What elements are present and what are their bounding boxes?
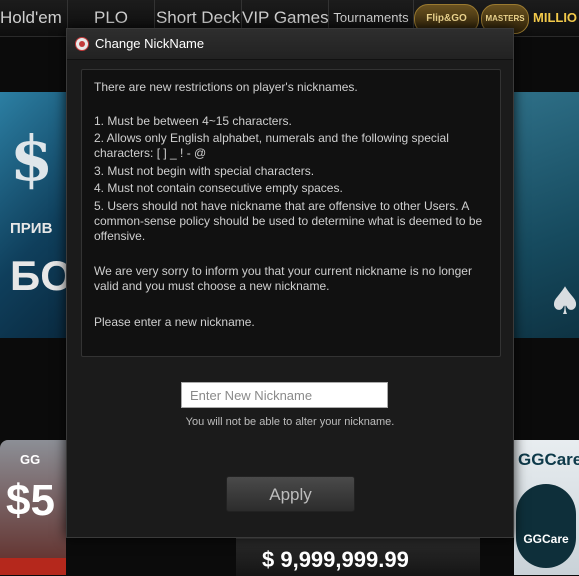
spade-card-icon: ♠ xyxy=(548,279,579,323)
nickname-input[interactable] xyxy=(181,382,388,408)
prompt-text: Please enter a new nickname. xyxy=(94,315,255,329)
dialog-titlebar[interactable]: Change NickName xyxy=(67,29,513,60)
apology-text: We are very sorry to inform you that you… xyxy=(94,264,472,293)
tab-holdem[interactable]: Hold'em xyxy=(0,0,68,36)
nickname-warning: You will not be able to alter your nickn… xyxy=(185,416,395,428)
jackpot-tile: $ 9,999,999.99 xyxy=(236,538,480,576)
tile-bottom-strip xyxy=(0,558,66,575)
tile-amount: $5 xyxy=(6,476,55,525)
poker-chip-icon xyxy=(75,37,89,51)
change-nickname-dialog: Change NickName There are new restrictio… xyxy=(66,28,514,538)
promo-banner-left: $ ПРИВ БО xyxy=(0,92,66,338)
ggcare-badge-name: GGCare xyxy=(523,532,569,546)
restrictions-message-box: There are new restrictions on player's n… xyxy=(81,69,501,357)
rule-3: 3. Must not begin with special character… xyxy=(94,164,315,178)
rule-2: 2. Allows only English alphabet, numeral… xyxy=(94,131,449,160)
jackpot-amount: $ 9,999,999.99 xyxy=(262,547,409,572)
tile-brand: GG xyxy=(20,452,41,467)
apply-button[interactable]: Apply xyxy=(226,476,355,512)
millions-logo[interactable]: MILLIO xyxy=(533,0,579,36)
ggcare-header: GGCare xyxy=(518,450,579,469)
banner-text-line1: ПРИВ xyxy=(10,220,53,237)
intro-text: There are new restrictions on player's n… xyxy=(94,80,358,94)
banner-text-line2: БО xyxy=(10,252,66,299)
rule-5: 5. Users should not have nickname that a… xyxy=(94,199,483,243)
dialog-title: Change NickName xyxy=(95,36,205,51)
promo-tile-left: GG $5 xyxy=(0,440,66,575)
ggcare-badge: GGCare xyxy=(516,484,576,568)
banner-dollar: $ xyxy=(10,122,54,195)
rule-4: 4. Must not contain consecutive empty sp… xyxy=(94,181,343,195)
ggcare-tile: GGCare GGCare xyxy=(514,440,579,575)
rule-1: 1. Must be between 4~15 characters. xyxy=(94,114,292,128)
